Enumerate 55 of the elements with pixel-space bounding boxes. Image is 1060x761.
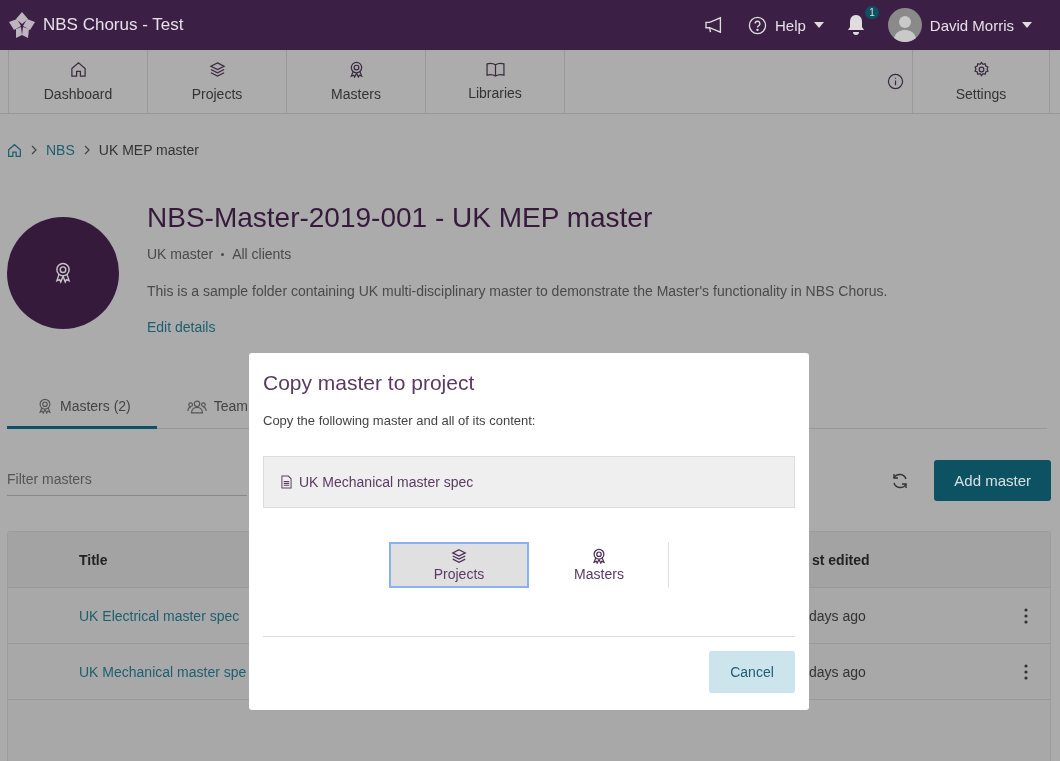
award-icon: [37, 398, 53, 414]
people-icon: [186, 398, 207, 414]
home-icon: [69, 61, 87, 78]
award-icon: [347, 61, 365, 78]
description: This is a sample folder containing UK multi-disciplinary master to demonstrate the Master's functionality in NBS Chorus.: [147, 283, 888, 299]
award-icon: [591, 548, 607, 564]
home-icon[interactable]: [7, 142, 22, 158]
page-title: NBS-Master-2019-001 - UK MEP master: [147, 201, 654, 235]
edit-details-link[interactable]: Edit details: [147, 319, 216, 335]
bell-icon[interactable]: [845, 14, 866, 36]
chevron-right-icon: [31, 145, 37, 155]
breadcrumb-link[interactable]: NBS: [46, 142, 75, 158]
destination-option[interactable]: Projects: [389, 542, 529, 588]
breadcrumb-current: UK MEP master: [98, 142, 199, 158]
master-name: UK Mechanical master spec: [299, 474, 474, 490]
nav-tab[interactable]: Masters: [287, 50, 426, 113]
document-icon: [281, 475, 292, 489]
last-edited-cell: days ago: [809, 663, 866, 680]
layers-icon: [208, 61, 226, 78]
settings-tab[interactable]: Settings: [912, 50, 1050, 113]
app-title: NBS Chorus - Test: [43, 15, 184, 35]
last-edited-cell: days ago: [809, 607, 866, 624]
help-menu-button[interactable]: Help: [747, 15, 824, 35]
caret-icon: [1022, 22, 1032, 28]
more-options-icon[interactable]: [1024, 607, 1028, 624]
master-title-link[interactable]: UK Electrical master spec: [79, 607, 240, 624]
logo-icon: [8, 11, 36, 39]
caret-icon: [813, 22, 824, 28]
dialog-prompt: Copy the following master and all of its content:: [263, 413, 537, 428]
master-type: UK master: [147, 246, 214, 262]
user-menu-button[interactable]: David Morris: [887, 8, 1032, 42]
separator-dot: [221, 252, 225, 256]
dialog-title: Copy master to project: [263, 371, 476, 395]
settings-icon: [972, 61, 990, 78]
column-header: Title: [79, 551, 108, 568]
cancel-button[interactable]: Cancel: [709, 651, 795, 693]
column-header: st edited: [812, 551, 870, 568]
info-icon[interactable]: [887, 73, 904, 90]
nav-tab[interactable]: Projects: [148, 50, 287, 113]
tab[interactable]: Masters (2): [7, 388, 157, 429]
award-icon: [53, 261, 73, 285]
notification-badge: 1: [865, 6, 879, 19]
nav-tab[interactable]: Libraries: [426, 50, 565, 113]
avatar-icon: [887, 8, 922, 42]
more-options-icon[interactable]: [1024, 663, 1028, 680]
filter-field[interactable]: Filter masters: [7, 465, 247, 496]
help-icon: [747, 15, 767, 35]
nav-tab[interactable]: Dashboard: [9, 50, 148, 113]
destination-option[interactable]: Masters: [529, 542, 669, 588]
master-title-link[interactable]: UK Mechanical master spe: [79, 663, 247, 680]
layers-icon: [451, 548, 467, 564]
master-clients: All clients: [232, 246, 292, 262]
book-icon: [485, 62, 505, 77]
add-master-button[interactable]: Add master: [934, 460, 1051, 501]
chevron-right-icon: [83, 145, 90, 155]
